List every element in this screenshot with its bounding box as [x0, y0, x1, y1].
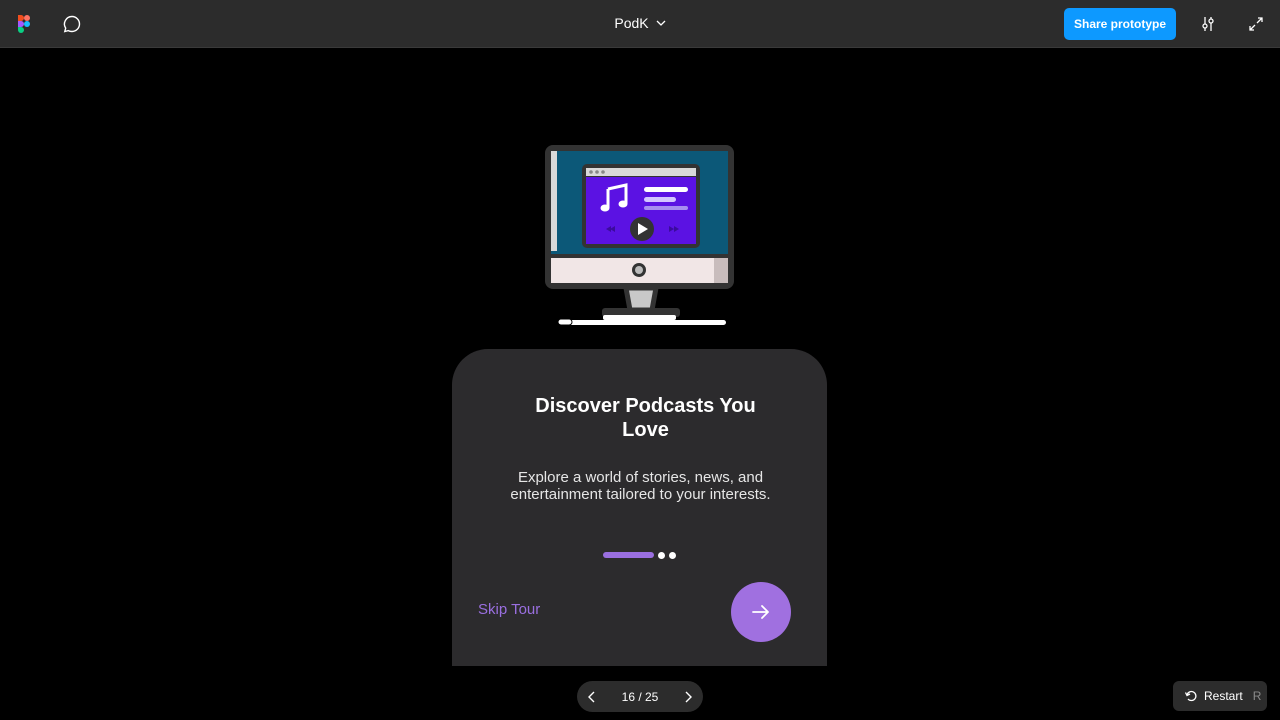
onboarding-card: Discover Podcasts You Love Explore a wor… — [452, 349, 827, 666]
file-title-menu[interactable]: PodK — [614, 15, 666, 31]
pagination-dot-active — [603, 552, 654, 558]
prototype-toolbar: PodK Share prototype — [0, 0, 1280, 48]
pagination-dots — [603, 552, 683, 559]
arrow-right-icon — [752, 605, 769, 619]
comment-icon[interactable] — [60, 12, 84, 36]
restart-label: Restart — [1204, 689, 1243, 703]
share-prototype-button[interactable]: Share prototype — [1064, 8, 1176, 40]
onboarding-title: Discover Podcasts You Love — [535, 395, 756, 441]
pagination-dot — [669, 552, 676, 559]
onboarding-description: Explore a world of stories, news, and en… — [510, 469, 771, 503]
next-button[interactable] — [731, 582, 791, 642]
expand-icon[interactable] — [1244, 12, 1268, 36]
chevron-down-icon — [656, 20, 666, 26]
pagination-dot — [658, 552, 665, 559]
skip-tour-link[interactable]: Skip Tour — [478, 601, 540, 618]
figma-logo-icon[interactable] — [17, 15, 31, 33]
next-frame-button[interactable] — [681, 690, 695, 704]
restart-button[interactable]: Restart R — [1173, 681, 1267, 711]
previous-frame-button[interactable] — [585, 690, 599, 704]
frame-pager: 16 / 25 — [577, 681, 703, 712]
settings-sliders-icon[interactable] — [1196, 12, 1220, 36]
chevron-right-icon — [685, 691, 692, 702]
restart-icon — [1184, 690, 1197, 702]
file-title: PodK — [614, 15, 649, 31]
restart-shortcut: R — [1252, 689, 1262, 703]
monitor-illustration — [540, 140, 740, 332]
chevron-left-icon — [588, 691, 595, 702]
frame-counter: 16 / 25 — [621, 689, 659, 704]
